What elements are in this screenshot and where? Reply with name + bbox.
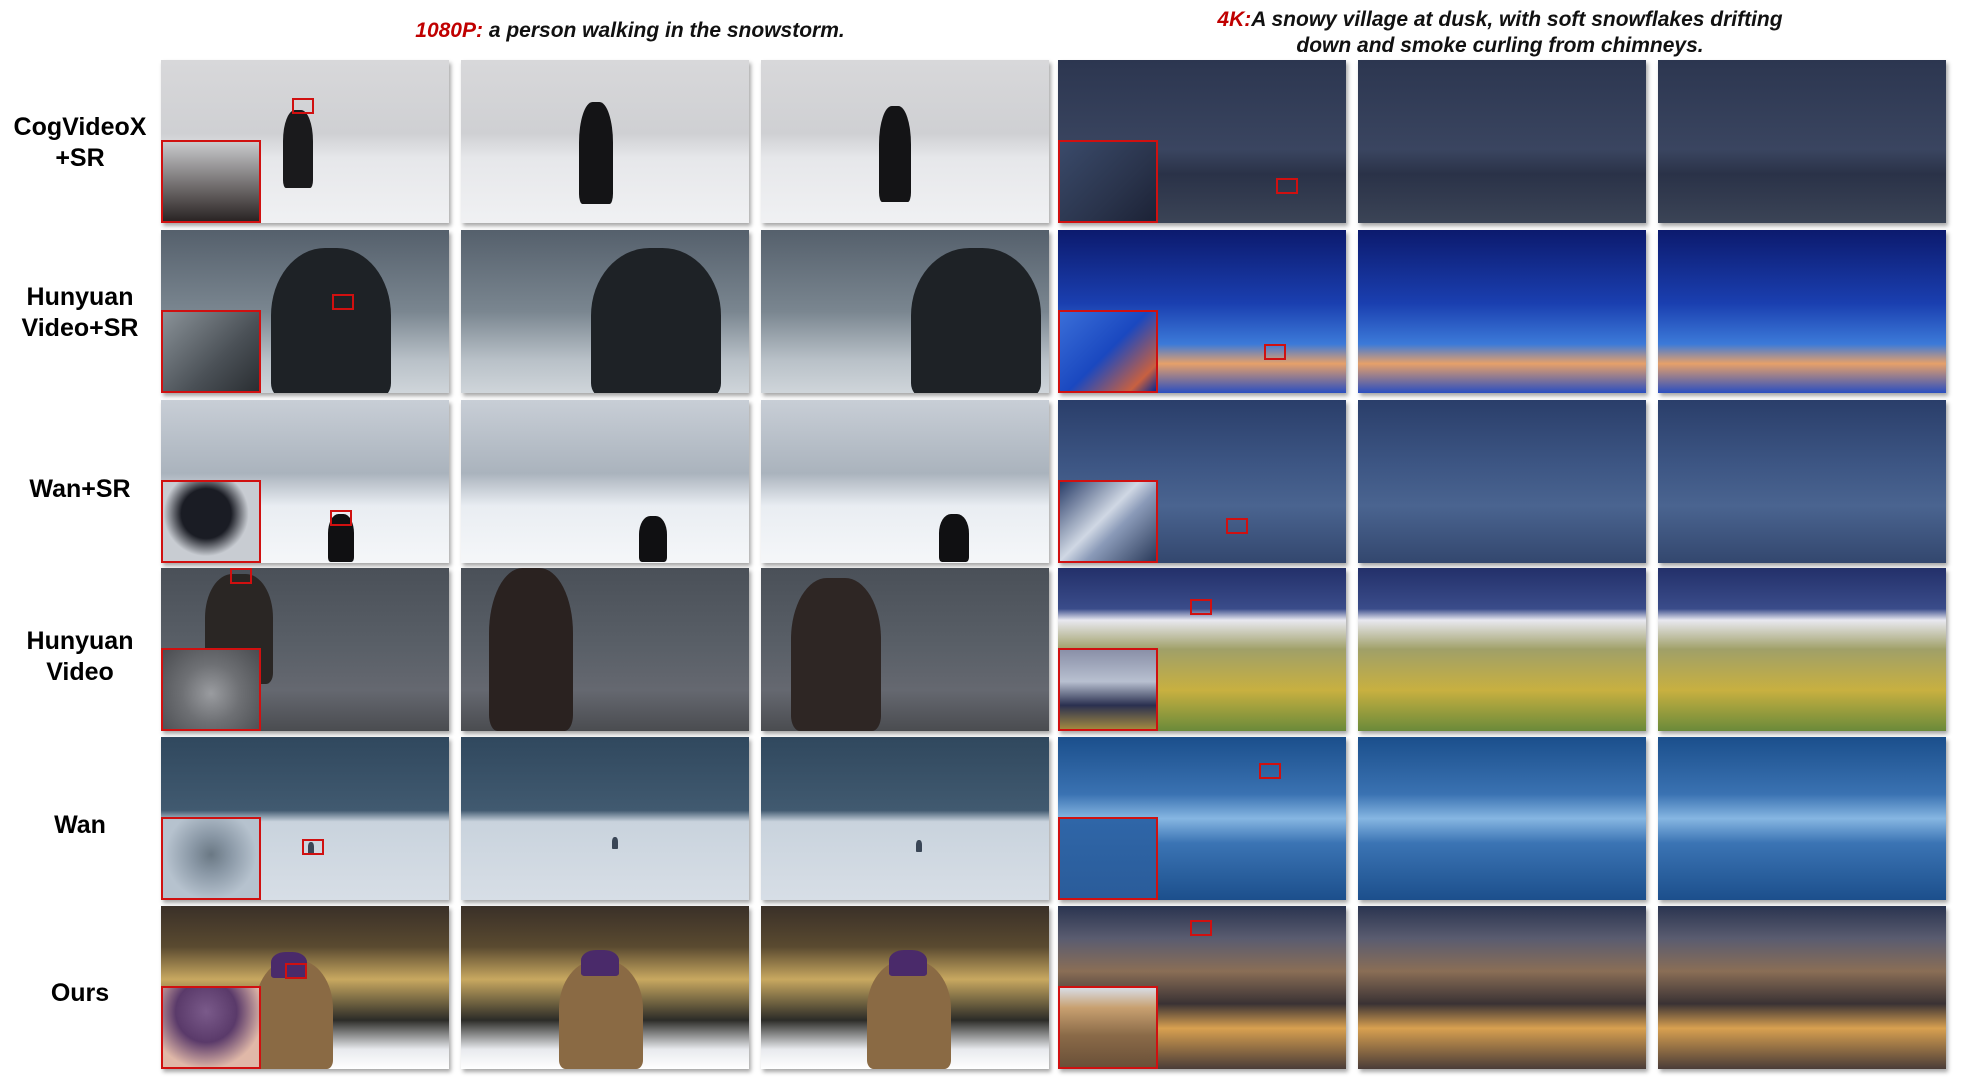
frame-wan-4k-3 <box>1658 737 1946 900</box>
zoom-inset <box>161 648 261 731</box>
frame-hunyuanvideo-sr-1080p-2 <box>461 230 749 393</box>
caption-4k-tag: 4K: <box>1217 8 1252 31</box>
zoom-inset <box>1058 480 1158 563</box>
caption-1080p-tag: 1080P: <box>415 19 483 42</box>
caption-4k-text-line1: A snowy village at dusk, with soft snowf… <box>1251 8 1783 31</box>
frame-wan-sr-4k-1 <box>1058 400 1346 563</box>
zoom-inset <box>161 986 261 1069</box>
frame-ours-1080p-3 <box>761 906 1049 1069</box>
frame-ours-1080p-2 <box>461 906 749 1069</box>
zoom-inset <box>1058 140 1158 223</box>
frame-ours-4k-1 <box>1058 906 1346 1069</box>
row-label-line1: CogVideoX <box>13 113 147 141</box>
frame-hunyuanvideo-sr-1080p-1 <box>161 230 449 393</box>
row-label-line1: Hunyuan <box>26 283 134 311</box>
frame-ours-1080p-1 <box>161 906 449 1069</box>
zoom-inset <box>1058 817 1158 900</box>
frame-hunyuanvideo-1080p-1 <box>161 568 449 731</box>
zoom-inset <box>1058 986 1158 1069</box>
frame-hunyuanvideo-4k-1 <box>1058 568 1346 731</box>
caption-4k-text-line2: down and smoke curling from chimneys. <box>1296 34 1704 57</box>
frame-cogvideox-1080p-2 <box>461 60 749 223</box>
row-label-line1: Wan <box>54 811 106 839</box>
frame-wan-sr-4k-3 <box>1658 400 1946 563</box>
zoom-inset <box>161 310 261 393</box>
frame-cogvideox-1080p-1 <box>161 60 449 223</box>
row-label-line2: Video+SR <box>21 314 139 342</box>
row-label-hunyuanvideo: Hunyuan Video <box>0 626 160 688</box>
frame-wan-sr-4k-2 <box>1358 400 1646 563</box>
frame-cogvideox-4k-1 <box>1058 60 1346 223</box>
frame-wan-sr-1080p-1 <box>161 400 449 563</box>
frame-hunyuanvideo-sr-1080p-3 <box>761 230 1049 393</box>
caption-1080p: 1080P: a person walking in the snowstorm… <box>280 18 980 44</box>
caption-1080p-text: a person walking in the snowstorm. <box>482 19 845 42</box>
row-label-line1: Ours <box>50 979 110 1007</box>
frame-wan-1080p-2 <box>461 737 749 900</box>
caption-4k: 4K:A snowy village at dusk, with soft sn… <box>1080 7 1920 59</box>
frame-hunyuanvideo-sr-4k-3 <box>1658 230 1946 393</box>
frame-wan-1080p-1 <box>161 737 449 900</box>
frame-wan-1080p-3 <box>761 737 1049 900</box>
row-label-line1: Hunyuan <box>26 627 134 655</box>
frame-hunyuanvideo-sr-4k-2 <box>1358 230 1646 393</box>
frame-hunyuanvideo-1080p-3 <box>761 568 1049 731</box>
zoom-inset <box>161 140 261 223</box>
frame-cogvideox-1080p-3 <box>761 60 1049 223</box>
frame-wan-4k-2 <box>1358 737 1646 900</box>
frame-wan-4k-1 <box>1058 737 1346 900</box>
frame-wan-sr-1080p-3 <box>761 400 1049 563</box>
frame-wan-sr-1080p-2 <box>461 400 749 563</box>
frame-hunyuanvideo-4k-2 <box>1358 568 1646 731</box>
row-label-hunyuanvideo-sr: Hunyuan Video+SR <box>0 282 160 344</box>
frame-hunyuanvideo-1080p-2 <box>461 568 749 731</box>
zoom-inset <box>1058 310 1158 393</box>
row-label-ours: Ours <box>0 978 160 1009</box>
zoom-inset <box>1058 648 1158 731</box>
frame-hunyuanvideo-sr-4k-1 <box>1058 230 1346 393</box>
row-label-cogvideox-sr: CogVideoX +SR <box>0 112 160 174</box>
row-label-line2: Video <box>46 658 114 686</box>
frame-ours-4k-3 <box>1658 906 1946 1069</box>
row-label-line2: +SR <box>55 144 105 172</box>
zoom-inset <box>161 817 261 900</box>
row-label-wan-sr: Wan+SR <box>0 474 160 505</box>
row-label-wan: Wan <box>0 810 160 841</box>
frame-ours-4k-2 <box>1358 906 1646 1069</box>
zoom-inset <box>161 480 261 563</box>
frame-hunyuanvideo-4k-3 <box>1658 568 1946 731</box>
frame-cogvideox-4k-2 <box>1358 60 1646 223</box>
frame-cogvideox-4k-3 <box>1658 60 1946 223</box>
row-label-line1: Wan+SR <box>29 475 131 503</box>
